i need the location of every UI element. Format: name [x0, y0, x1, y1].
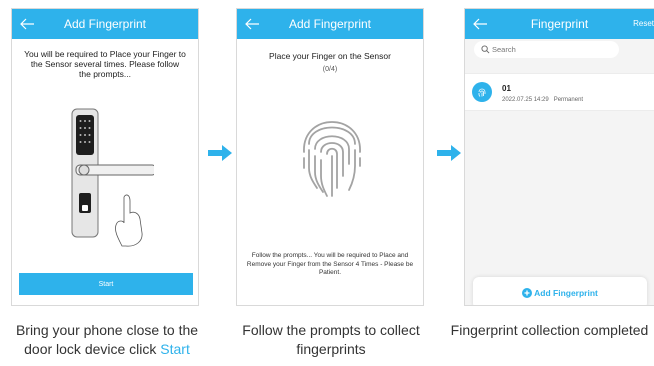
screen-fingerprint-list: Fingerprint Reset Search 01 2022.07.25 1…	[464, 8, 654, 306]
scan-hint-text: Follow the prompts... You will be requir…	[246, 252, 414, 276]
screen-add-fingerprint-scan: Add Fingerprint Place your Finger on the…	[236, 8, 424, 306]
screen-add-fingerprint-start: Add Fingerprint You will be required to …	[11, 8, 199, 306]
arrow-left-icon[interactable]	[243, 16, 261, 32]
header-bar: Fingerprint Reset	[465, 9, 654, 39]
search-placeholder: Search	[492, 45, 516, 54]
record-name: 01	[502, 84, 511, 93]
step2-caption: Follow the prompts to collect fingerprin…	[242, 322, 420, 357]
list-item[interactable]: 01 2022.07.25 14:29 Permanent	[465, 73, 654, 111]
step1-caption: Bring your phone close to the door lock …	[0, 321, 214, 359]
door-lock-illustration	[71, 108, 154, 247]
arrow-left-icon[interactable]	[471, 16, 489, 32]
instruction-text: You will be required to Place your Finge…	[24, 49, 186, 79]
start-button[interactable]: Start	[19, 273, 193, 295]
record-date: 2022.07.25 14:29	[502, 97, 549, 103]
search-input[interactable]: Search	[474, 41, 619, 58]
scan-progress: (0/4)	[322, 66, 338, 73]
search-icon	[481, 45, 490, 54]
page-title: Add Fingerprint	[288, 17, 372, 31]
arrow-right-icon	[437, 145, 461, 161]
step3-caption: Fingerprint collection completed	[450, 322, 649, 338]
arrow-left-icon[interactable]	[18, 16, 36, 32]
page-title: Add Fingerprint	[63, 17, 147, 31]
header-bar: Add Fingerprint	[12, 9, 198, 39]
add-fingerprint-button[interactable]: Add Fingerprint	[473, 277, 647, 305]
header-bar: Add Fingerprint	[237, 9, 423, 39]
scan-heading: Place your Finger on the Sensor	[269, 51, 391, 61]
start-highlight: Start	[160, 341, 190, 357]
record-meta: 2022.07.25 14:29 Permanent	[502, 97, 583, 103]
plus-circle-icon	[522, 288, 533, 298]
reset-button[interactable]: Reset	[633, 19, 654, 28]
fingerprint-avatar-icon	[472, 82, 492, 102]
record-type: Permanent	[553, 97, 584, 103]
arrow-right-icon	[208, 145, 232, 161]
add-fingerprint-label: Add Fingerprint	[534, 288, 598, 298]
page-title: Fingerprint	[530, 17, 589, 31]
fingerprint-icon	[303, 121, 361, 197]
